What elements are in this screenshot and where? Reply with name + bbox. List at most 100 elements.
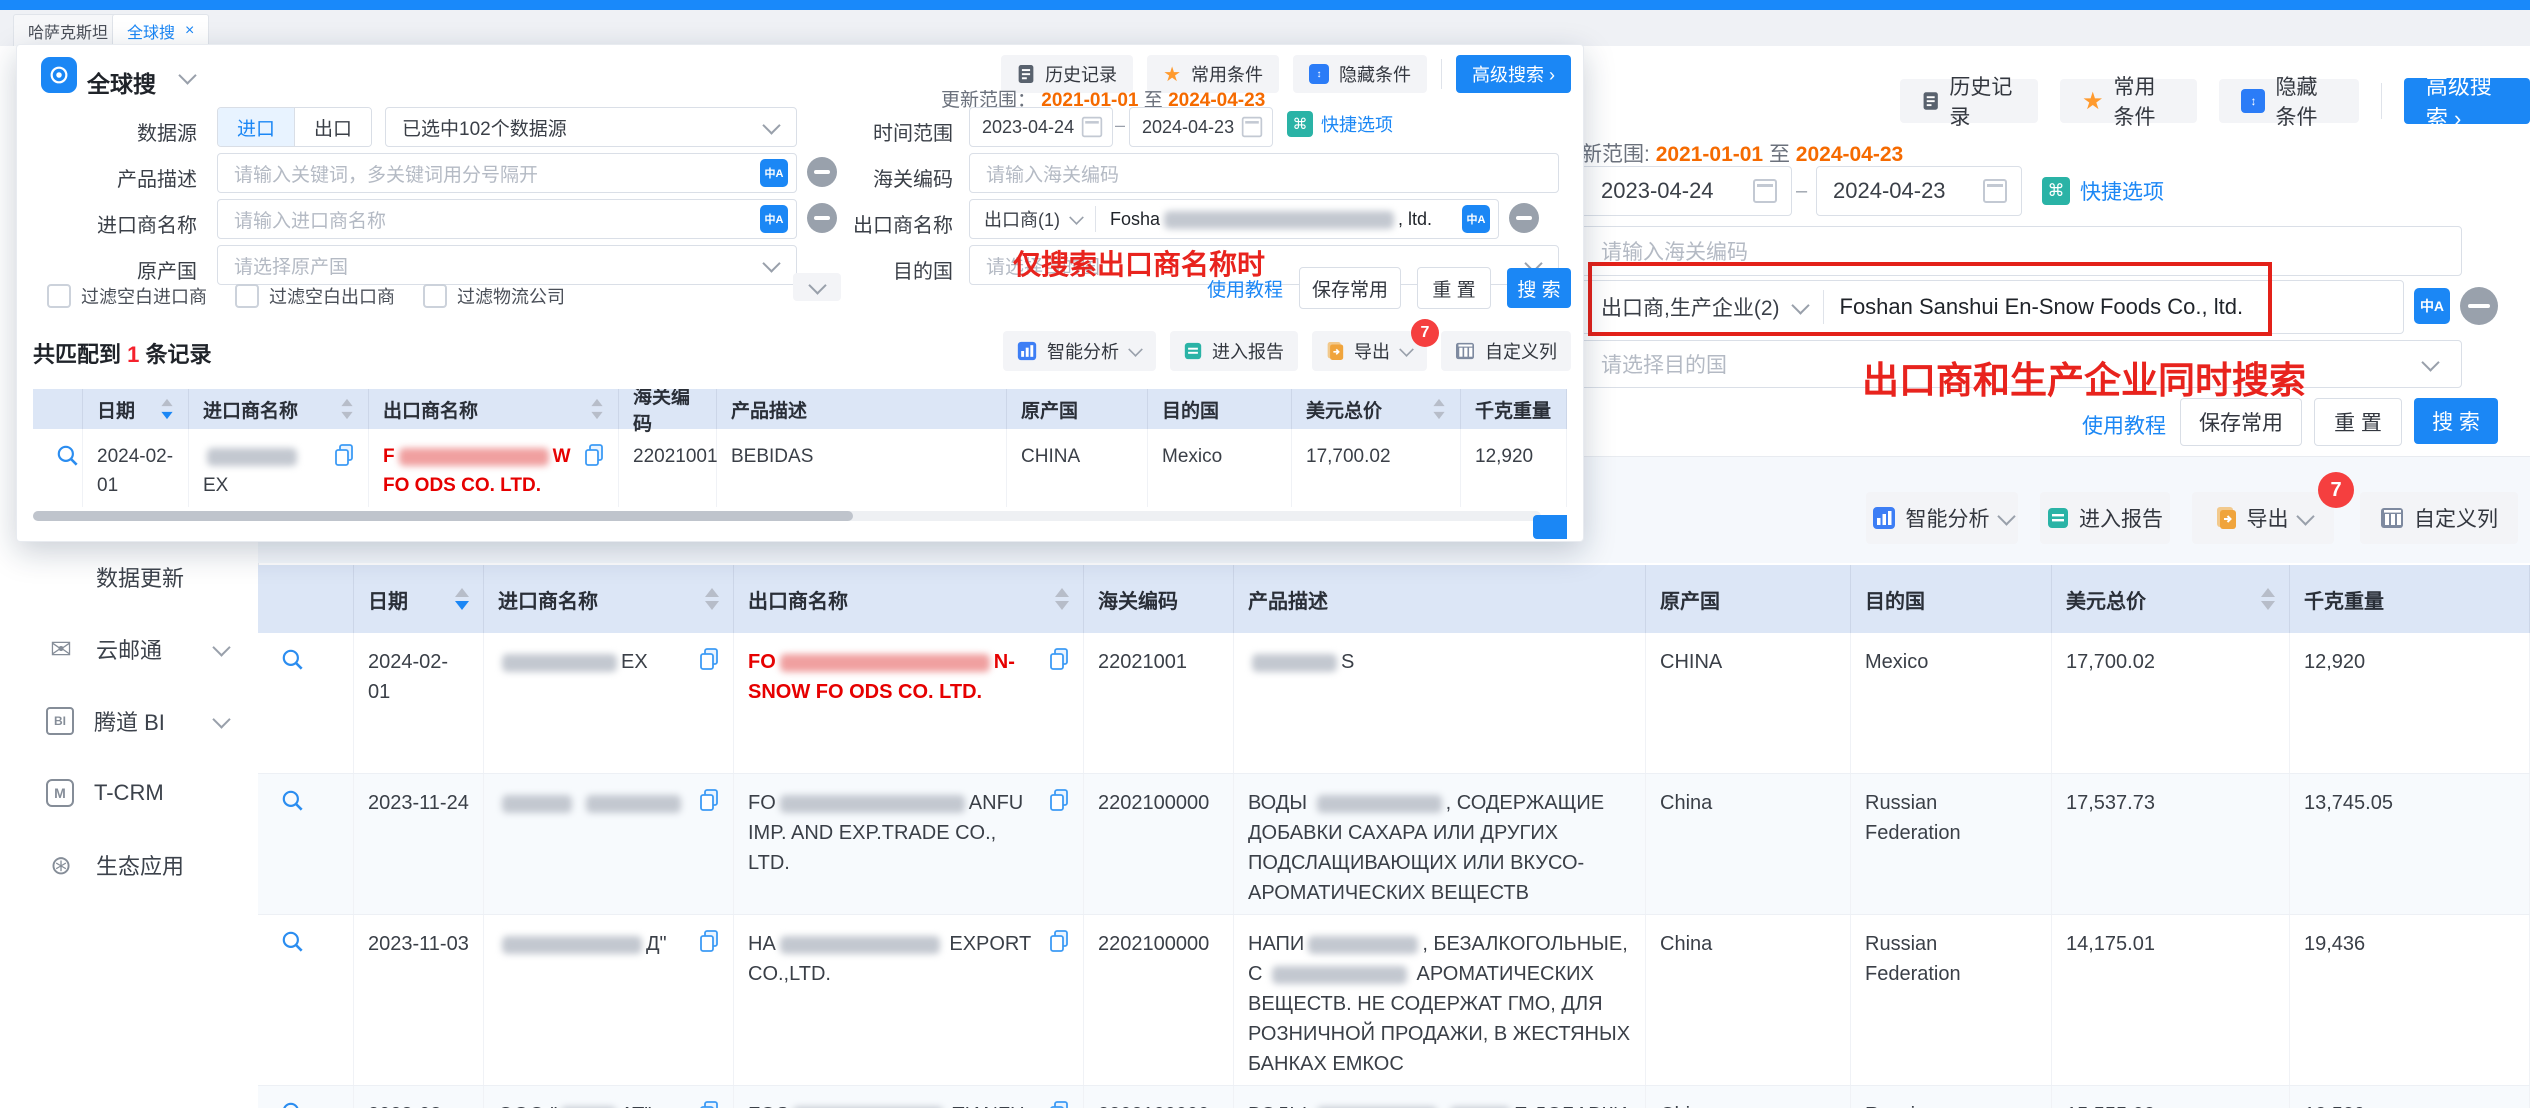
export-button[interactable]: 导出 — [2192, 492, 2334, 544]
reset-button[interactable]: 重 置 — [2314, 398, 2402, 446]
copy-icon[interactable] — [1049, 788, 1069, 908]
save-common-button[interactable]: 保存常用 — [2180, 398, 2302, 446]
floating-widget-button[interactable] — [1533, 515, 1567, 539]
copy-icon[interactable] — [1049, 1100, 1069, 1108]
col-header-importer[interactable]: 进口商名称 — [189, 389, 369, 429]
columns-icon — [1455, 342, 1475, 360]
product-desc-input[interactable]: 请输入关键词，多关键词用分号隔开 中A — [217, 153, 797, 193]
filter-blank-exporter[interactable]: 过滤空白出口商 — [235, 283, 395, 309]
filter-logistics[interactable]: 过滤物流公司 — [423, 283, 565, 309]
col-header-importer[interactable]: 进口商名称 — [484, 565, 734, 633]
row-detail-magnifier-icon[interactable] — [258, 1086, 354, 1108]
checkbox-icon[interactable] — [47, 284, 71, 308]
row-detail-magnifier-icon[interactable] — [33, 429, 83, 507]
horizontal-scrollbar[interactable] — [33, 511, 1541, 521]
date-to-field[interactable]: 2024-04-23 — [1816, 166, 2022, 216]
sort-icons[interactable] — [455, 588, 469, 610]
col-header-exporter[interactable]: 出口商名称 — [369, 389, 619, 429]
collapse-form-button[interactable] — [793, 273, 841, 301]
datasource-select[interactable]: 已选中102个数据源 — [385, 107, 797, 147]
sidebar-item-data-update[interactable]: 数据更新 — [0, 555, 258, 599]
exclude-icon[interactable] — [807, 157, 837, 187]
export-badge: 7 — [1411, 319, 1439, 347]
translate-icon[interactable]: 中A — [1462, 205, 1490, 233]
quick-options[interactable]: ⌘ 快捷选项 — [1287, 111, 1393, 137]
sort-icons[interactable] — [1055, 588, 1069, 610]
enter-report-label: 进入报告 — [2079, 503, 2163, 533]
exporter-field[interactable]: 出口商(1) Fosha, ltd. 中A — [969, 199, 1499, 239]
filter-blank-importer[interactable]: 过滤空白进口商 — [47, 283, 207, 309]
custom-columns-button[interactable]: 自定义列 — [1441, 331, 1571, 371]
scrollbar-thumb[interactable] — [33, 511, 853, 521]
reset-button[interactable]: 重 置 — [1417, 267, 1491, 309]
advanced-search-button[interactable]: 高级搜索 › — [2404, 78, 2530, 124]
enter-report-button[interactable]: 进入报告 — [2040, 492, 2170, 544]
copy-icon[interactable] — [334, 443, 354, 501]
table-row: 2023-11-24 FOANFU IMP. AND EXP.TRADE CO.… — [258, 774, 2530, 915]
favorites-button[interactable]: ★ 常用条件 — [2060, 79, 2198, 123]
col-header-usd[interactable]: 美元总价 — [2052, 565, 2290, 633]
translate-icon[interactable]: 中A — [760, 205, 788, 233]
smart-analysis-button[interactable]: 智能分析 — [1866, 492, 2018, 544]
history-button[interactable]: 历史记录 — [1900, 79, 2038, 123]
sort-icons[interactable] — [340, 398, 354, 420]
table-row: 2023-08-14ООО "АТ"FOS TIANFU IMP. AND EX… — [258, 1086, 2530, 1108]
export-button[interactable]: 导出 7 — [1312, 331, 1427, 371]
sidebar-item-cloud-mail[interactable]: ✉ 云邮通 — [0, 627, 258, 671]
translate-icon[interactable]: 中A — [2414, 288, 2450, 324]
copy-icon[interactable] — [584, 443, 604, 501]
close-icon[interactable]: × — [185, 22, 194, 40]
cell-date: 2024-02-01 — [354, 633, 484, 773]
col-header-date[interactable]: 日期 — [354, 565, 484, 633]
copy-icon[interactable] — [1049, 929, 1069, 1079]
tutorial-link[interactable]: 使用教程 — [1207, 275, 1283, 302]
copy-icon[interactable] — [699, 788, 719, 908]
translate-icon[interactable]: 中A — [760, 159, 788, 187]
sort-icons[interactable] — [705, 588, 719, 610]
copy-icon[interactable] — [1049, 647, 1069, 767]
row-detail-magnifier-icon[interactable] — [258, 774, 354, 914]
date-to-field[interactable]: 2024-04-23 — [1129, 107, 1273, 147]
row-detail-magnifier-icon[interactable] — [258, 915, 354, 1085]
tab-global-search[interactable]: 全球搜 × — [112, 14, 209, 48]
hide-conditions-button[interactable]: ↕ 隐藏条件 — [2219, 79, 2359, 123]
sidebar-item-ecosystem[interactable]: ⊛ 生态应用 — [0, 843, 258, 887]
checkbox-icon[interactable] — [423, 284, 447, 308]
toggle-export[interactable]: 出口 — [295, 108, 371, 146]
sort-icons[interactable] — [2261, 588, 2275, 610]
chevron-down-icon[interactable] — [178, 66, 196, 84]
checkbox-icon[interactable] — [235, 284, 259, 308]
col-header-usd[interactable]: 美元总价 — [1292, 389, 1461, 429]
copy-icon[interactable] — [699, 929, 719, 1079]
hide-conditions-button[interactable]: ↕ 隐藏条件 — [1293, 55, 1427, 93]
quick-options[interactable]: ⌘ 快捷选项 — [2042, 176, 2164, 206]
toggle-import[interactable]: 进口 — [218, 108, 295, 146]
sort-icons[interactable] — [1432, 398, 1446, 420]
advanced-search-button[interactable]: 高级搜索 › — [1456, 55, 1571, 93]
sidebar-item-t-crm[interactable]: M T-CRM — [0, 771, 258, 815]
copy-icon[interactable] — [699, 1100, 719, 1108]
sidebar-item-tendata-bi[interactable]: BI 腾道 BI — [0, 699, 258, 743]
search-button[interactable]: 搜 索 — [1507, 268, 1571, 308]
col-header-exporter[interactable]: 出口商名称 — [734, 565, 1084, 633]
exporter-type-select[interactable]: 出口商(1) — [970, 206, 1060, 232]
advanced-search-label: 高级搜索 › — [2426, 69, 2508, 133]
save-common-button[interactable]: 保存常用 — [1299, 267, 1401, 309]
exclude-icon[interactable] — [1509, 203, 1539, 233]
hs-code-input[interactable]: 请输入海关编码 — [969, 153, 1559, 193]
copy-icon[interactable] — [699, 647, 719, 767]
origin-country-select[interactable]: 请选择原产国 — [217, 245, 797, 285]
save-common-label: 保存常用 — [2199, 407, 2283, 437]
importer-name-input[interactable]: 请输入进口商名称 中A — [217, 199, 797, 239]
tutorial-link[interactable]: 使用教程 — [2082, 410, 2166, 440]
date-from-field[interactable]: 2023-04-24 — [969, 107, 1113, 147]
sort-icons[interactable] — [590, 398, 604, 420]
exclude-icon[interactable] — [2460, 287, 2498, 325]
enter-report-button[interactable]: 进入报告 — [1170, 331, 1298, 371]
sort-icons[interactable] — [160, 398, 174, 420]
custom-columns-button[interactable]: 自定义列 — [2360, 492, 2518, 544]
col-header-date[interactable]: 日期 — [83, 389, 189, 429]
search-button[interactable]: 搜 索 — [2414, 398, 2498, 444]
smart-analysis-button[interactable]: 智能分析 — [1003, 331, 1156, 371]
row-detail-magnifier-icon[interactable] — [258, 633, 354, 773]
